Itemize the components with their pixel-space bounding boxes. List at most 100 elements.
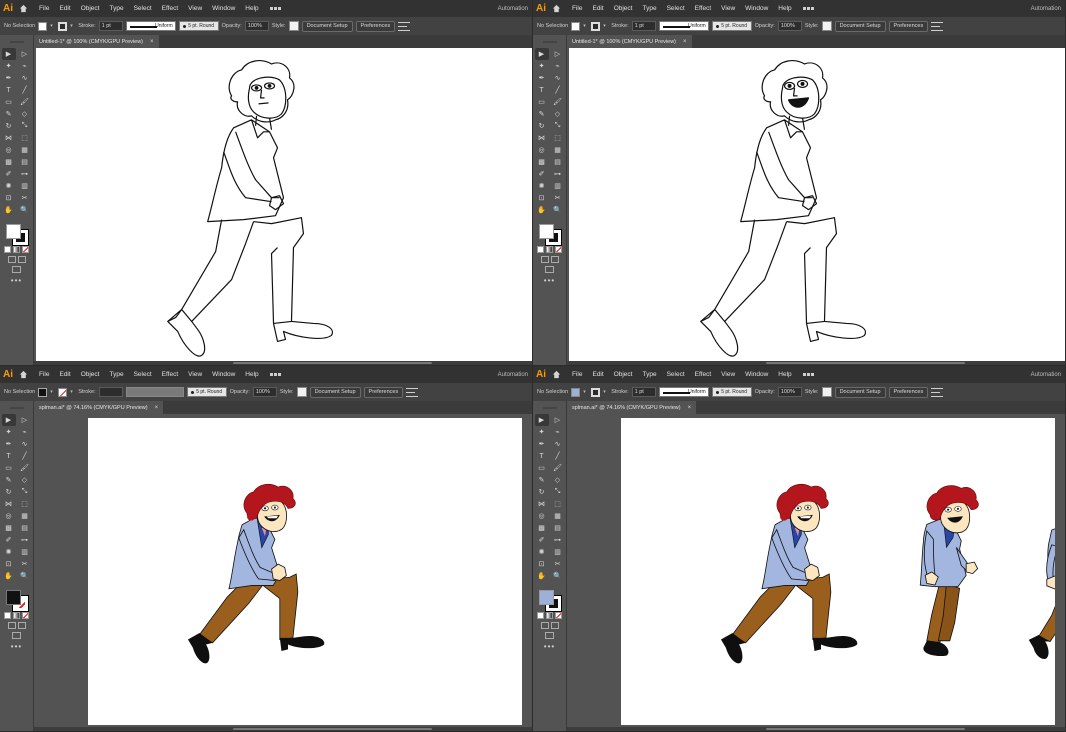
brush-definition-dropdown[interactable]: 5 pt. Round — [178, 21, 219, 31]
arrange-documents-icon[interactable] — [802, 4, 821, 13]
menu-select[interactable]: Select — [129, 5, 157, 12]
direct-selection-icon[interactable]: ▷ — [551, 414, 565, 426]
zoom-tool-icon[interactable]: 🔍 — [551, 570, 565, 582]
draw-behind-icon[interactable] — [17, 256, 26, 263]
gradient-tool-icon[interactable]: ▤ — [18, 522, 32, 534]
draw-behind-icon[interactable] — [550, 622, 559, 629]
menu-effect[interactable]: Effect — [157, 371, 184, 378]
column-graph-icon[interactable]: ▥ — [551, 546, 565, 558]
horizontal-scrollbar[interactable] — [567, 361, 1065, 365]
home-icon[interactable] — [549, 368, 563, 382]
lasso-icon[interactable]: ⌁ — [18, 426, 32, 438]
width-tool-icon[interactable]: ⋈ — [535, 132, 549, 144]
edit-toolbar-button[interactable]: ••• — [533, 276, 566, 285]
home-icon[interactable] — [16, 2, 30, 16]
menu-file[interactable]: File — [567, 5, 587, 12]
panel-grip[interactable] — [0, 404, 33, 412]
menu-type[interactable]: Type — [104, 5, 128, 12]
slice-tool-icon[interactable]: ✂ — [551, 192, 565, 204]
edit-toolbar-button[interactable]: ••• — [0, 276, 33, 285]
column-graph-icon[interactable]: ▥ — [551, 180, 565, 192]
blend-tool-icon[interactable]: ⊶ — [551, 168, 565, 180]
scale-tool-icon[interactable]: ⤡ — [18, 486, 32, 498]
shape-builder-icon[interactable]: ◎ — [2, 144, 16, 156]
close-icon[interactable]: × — [683, 39, 687, 45]
perspective-grid-icon[interactable]: ▦ — [551, 144, 565, 156]
workspace-switcher[interactable]: Automation — [1031, 6, 1061, 12]
selection-tool-icon[interactable]: ▶ — [534, 414, 549, 426]
mesh-tool-icon[interactable]: ▩ — [2, 522, 16, 534]
fill-swatch[interactable] — [38, 387, 48, 397]
draw-normal-icon[interactable] — [7, 622, 16, 629]
menu-file[interactable]: File — [567, 371, 587, 378]
slice-tool-icon[interactable]: ✂ — [551, 558, 565, 570]
opacity-field[interactable]: 100% — [244, 21, 269, 31]
eraser-icon[interactable]: ◇ — [18, 474, 32, 486]
zoom-tool-icon[interactable]: 🔍 — [18, 204, 32, 216]
shape-builder-icon[interactable]: ◎ — [535, 510, 549, 522]
line-segment-icon[interactable]: ╱ — [18, 450, 32, 462]
menu-select[interactable]: Select — [662, 5, 690, 12]
menu-view[interactable]: View — [716, 371, 740, 378]
artboard[interactable] — [88, 418, 522, 725]
draw-normal-icon[interactable] — [7, 256, 16, 263]
document-tab[interactable]: Untitled-1* @ 100% (CMYK/GPU Preview) × — [34, 35, 159, 48]
fill-stroke-widget[interactable] — [4, 588, 30, 612]
artboard[interactable] — [621, 418, 1055, 725]
slice-tool-icon[interactable]: ✂ — [18, 558, 32, 570]
align-icon[interactable] — [931, 387, 944, 397]
color-mode-icon[interactable] — [537, 246, 544, 253]
rectangle-tool-icon[interactable]: ▭ — [535, 96, 549, 108]
opacity-field[interactable]: 100% — [777, 387, 802, 397]
symbol-sprayer-icon[interactable]: ✺ — [535, 546, 549, 558]
home-icon[interactable] — [16, 368, 30, 382]
preferences-button[interactable]: Preferences — [888, 20, 929, 32]
menu-edit[interactable]: Edit — [54, 371, 75, 378]
none-mode-icon[interactable] — [22, 246, 29, 253]
selection-tool-icon[interactable]: ▶ — [1, 414, 16, 426]
direct-selection-icon[interactable]: ▷ — [551, 48, 565, 60]
arrange-documents-icon[interactable] — [802, 370, 821, 379]
menu-select[interactable]: Select — [129, 371, 157, 378]
fill-swatch[interactable] — [571, 387, 581, 397]
fill-swatch[interactable] — [571, 21, 581, 31]
stroke-swatch[interactable] — [591, 21, 601, 31]
workspace-switcher[interactable]: Automation — [1031, 372, 1061, 378]
edit-toolbar-button[interactable]: ••• — [0, 642, 33, 651]
menu-type[interactable]: Type — [637, 5, 661, 12]
preferences-button[interactable]: Preferences — [363, 386, 404, 398]
eraser-icon[interactable]: ◇ — [551, 474, 565, 486]
align-icon[interactable] — [398, 21, 411, 31]
opacity-label[interactable]: Opacity: — [222, 23, 242, 29]
width-tool-icon[interactable]: ⋈ — [535, 498, 549, 510]
preferences-button[interactable]: Preferences — [355, 20, 396, 32]
chevron-down-icon[interactable]: ▾ — [603, 389, 608, 395]
document-tab[interactable]: splman.ai* @ 74.16% (CMYK/GPU Preview) × — [34, 401, 164, 414]
menu-effect[interactable]: Effect — [690, 371, 717, 378]
canvas[interactable] — [34, 414, 532, 727]
magic-wand-icon[interactable]: ✦ — [535, 426, 549, 438]
menu-view[interactable]: View — [716, 5, 740, 12]
symbol-sprayer-icon[interactable]: ✺ — [2, 180, 16, 192]
shaper-tool-icon[interactable]: ✎ — [535, 108, 549, 120]
chevron-down-icon[interactable]: ▾ — [50, 389, 55, 395]
fill-color-box[interactable] — [538, 590, 554, 605]
stroke-profile-dropdown[interactable]: Uniform — [658, 387, 709, 397]
type-tool-icon[interactable]: T — [2, 84, 16, 96]
color-mode-icon[interactable] — [537, 612, 544, 619]
stroke-profile-dropdown[interactable]: Uniform — [658, 21, 709, 31]
gradient-mode-icon[interactable] — [13, 612, 20, 619]
free-transform-icon[interactable]: ⬚ — [18, 498, 32, 510]
gradient-mode-icon[interactable] — [546, 612, 553, 619]
rotate-tool-icon[interactable]: ↻ — [2, 486, 16, 498]
document-setup-button[interactable]: Document Setup — [834, 386, 886, 398]
pen-tool-icon[interactable]: ✒ — [2, 72, 16, 84]
stroke-weight-field[interactable]: 1 pt — [631, 21, 656, 31]
type-tool-icon[interactable]: T — [2, 450, 16, 462]
lasso-icon[interactable]: ⌁ — [551, 426, 565, 438]
document-setup-button[interactable]: Document Setup — [309, 386, 361, 398]
shaper-tool-icon[interactable]: ✎ — [535, 474, 549, 486]
menu-object[interactable]: Object — [76, 371, 105, 378]
hand-tool-icon[interactable]: ✋ — [535, 570, 549, 582]
free-transform-icon[interactable]: ⬚ — [18, 132, 32, 144]
